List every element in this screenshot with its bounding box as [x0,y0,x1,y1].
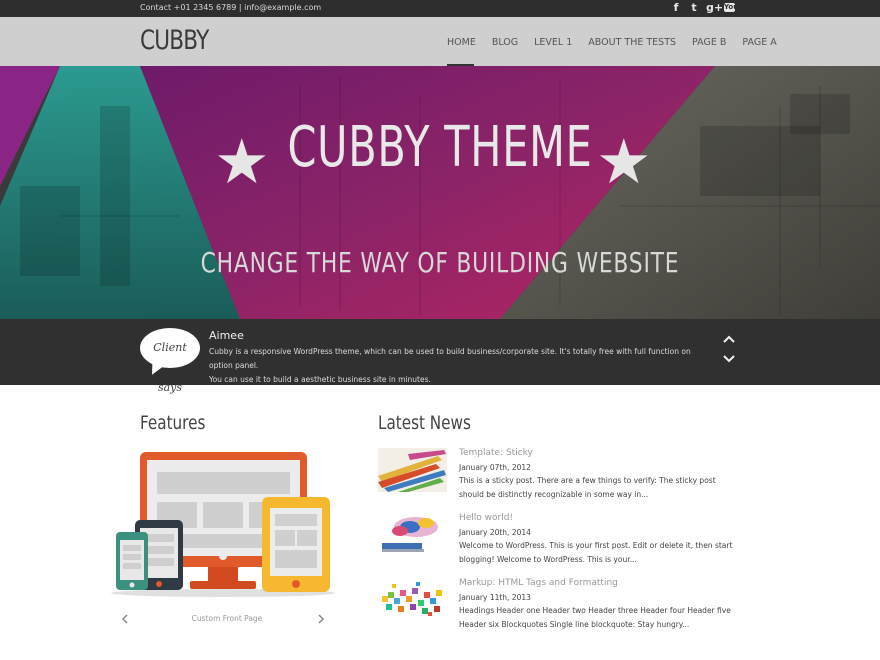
testimonial-author: Aimee [209,329,244,342]
news-item: Hello world! January 20th, 2014 Welcome … [378,513,738,564]
features-heading: Features [140,412,206,434]
nav-item-about-the-tests[interactable]: ABOUT THE TESTS [588,37,676,48]
slider-prev-icon[interactable] [120,613,130,628]
hero-banner: ★ ★ CUBBY THEME CHANGE THE WAY OF BUILDI… [0,66,880,319]
news-title[interactable]: Hello world! [459,513,513,523]
hero-background [0,66,880,319]
client-says-bubble: Client says [140,328,200,394]
site-logo[interactable]: CUBBY [140,25,209,56]
news-thumbnail-paint[interactable] [378,513,447,557]
news-title[interactable]: Template: Sticky [459,448,533,458]
slide-caption: Custom Front Page [191,614,263,623]
social-links: f t g+ You [670,2,739,14]
responsive-devices-illustration [111,452,335,597]
top-bar: Contact +01 2345 6789 | info@example.com… [0,0,880,17]
testimonial-strip: Client says Aimee Cubby is a responsive … [0,319,880,394]
twitter-icon[interactable]: t [688,2,700,14]
nav-item-level-1[interactable]: LEVEL 1 [534,37,572,48]
nav-item-page-b[interactable]: PAGE B [692,37,726,48]
chevron-up-icon[interactable] [722,332,736,346]
facebook-icon[interactable]: f [670,2,682,14]
hero-title: CUBBY THEME [287,115,593,180]
nav-item-page-a[interactable]: PAGE A [742,37,776,48]
news-date: January 20th, 2014 [459,528,531,537]
google-plus-icon[interactable]: g+ [706,2,723,14]
hero-subtitle: CHANGE THE WAY OF BUILDING WEBSITE [200,246,680,279]
news-excerpt: Headings Header one Header two Header th… [459,606,731,629]
news-date: January 11th, 2013 [459,593,531,602]
youtube-icon[interactable]: You [724,3,738,12]
testimonial-line-1: Cubby is a responsive WordPress theme, w… [209,347,691,370]
slider-next-icon[interactable] [316,613,326,628]
news-date: January 07th, 2012 [459,463,531,472]
testimonial-line-2: You can use it to build a aesthetic busi… [209,375,431,384]
main-nav: HOME BLOG LEVEL 1 ABOUT THE TESTS PAGE B… [447,37,793,48]
news-item: Markup: HTML Tags and Formatting January… [378,578,738,629]
news-thumbnail-pixels[interactable] [378,578,447,622]
news-excerpt: Welcome to WordPress. This is your first… [459,541,733,564]
nav-item-home[interactable]: HOME [447,37,476,48]
latest-news-heading: Latest News [378,412,471,434]
news-title[interactable]: Markup: HTML Tags and Formatting [459,578,618,588]
news-item: Template: Sticky January 07th, 2012 This… [378,448,738,499]
testimonial-text: Cubby is a responsive WordPress theme, w… [209,345,709,387]
site-header: CUBBY HOME BLOG LEVEL 1 ABOUT THE TESTS … [0,17,880,66]
contact-info: Contact +01 2345 6789 | info@example.com [140,3,322,12]
news-excerpt: This is a sticky post. There are a few t… [459,476,716,499]
nav-item-blog[interactable]: BLOG [492,37,518,48]
chevron-down-icon[interactable] [722,352,736,366]
news-thumbnail-pencils[interactable] [378,448,447,492]
